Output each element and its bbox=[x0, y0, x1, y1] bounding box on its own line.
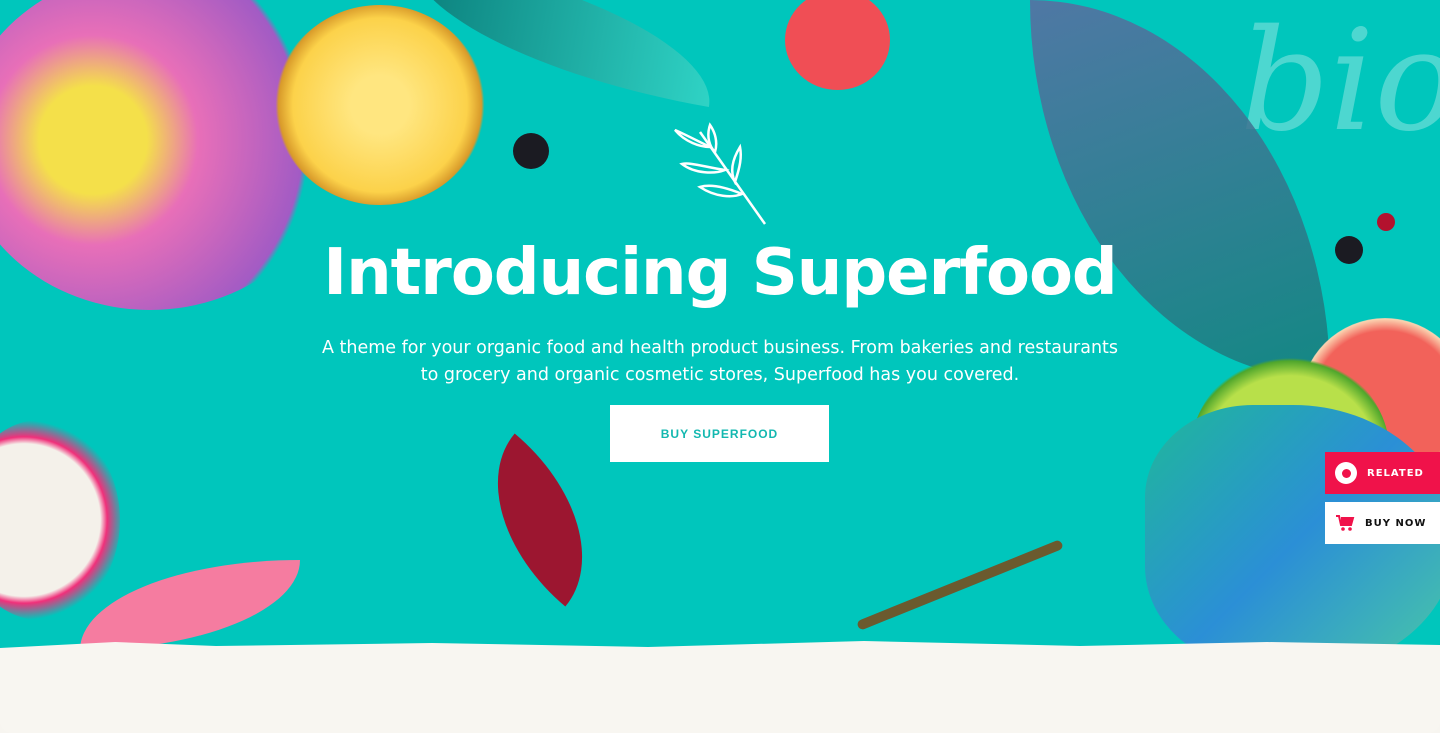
page-title: Introducing Superfood bbox=[323, 236, 1117, 310]
buy-superfood-button[interactable]: BUY SUPERFOOD bbox=[610, 405, 829, 462]
lychee-image bbox=[785, 0, 890, 90]
pink-petal-image bbox=[80, 560, 300, 650]
cart-icon bbox=[1336, 515, 1355, 531]
berry-image bbox=[1377, 213, 1395, 231]
pineapple-slice-image bbox=[275, 5, 485, 205]
related-button[interactable]: RELATED bbox=[1325, 452, 1440, 494]
red-leaf-image bbox=[450, 433, 630, 607]
related-icon bbox=[1335, 462, 1357, 484]
buy-now-label: BUY NOW bbox=[1365, 517, 1427, 529]
buy-now-button[interactable]: BUY NOW bbox=[1325, 502, 1440, 544]
twig-image bbox=[856, 539, 1064, 631]
hero-subtitle: A theme for your organic food and health… bbox=[321, 338, 1119, 385]
hero-section: bio Introducing Superfood A theme for yo… bbox=[0, 0, 1440, 650]
torn-paper-footer bbox=[0, 641, 1440, 733]
blackberry-image bbox=[513, 133, 549, 169]
bio-watermark: bio bbox=[1240, 0, 1440, 163]
related-label: RELATED bbox=[1367, 467, 1424, 479]
dragonfruit-image bbox=[0, 420, 120, 620]
sprig-icon bbox=[674, 122, 767, 225]
